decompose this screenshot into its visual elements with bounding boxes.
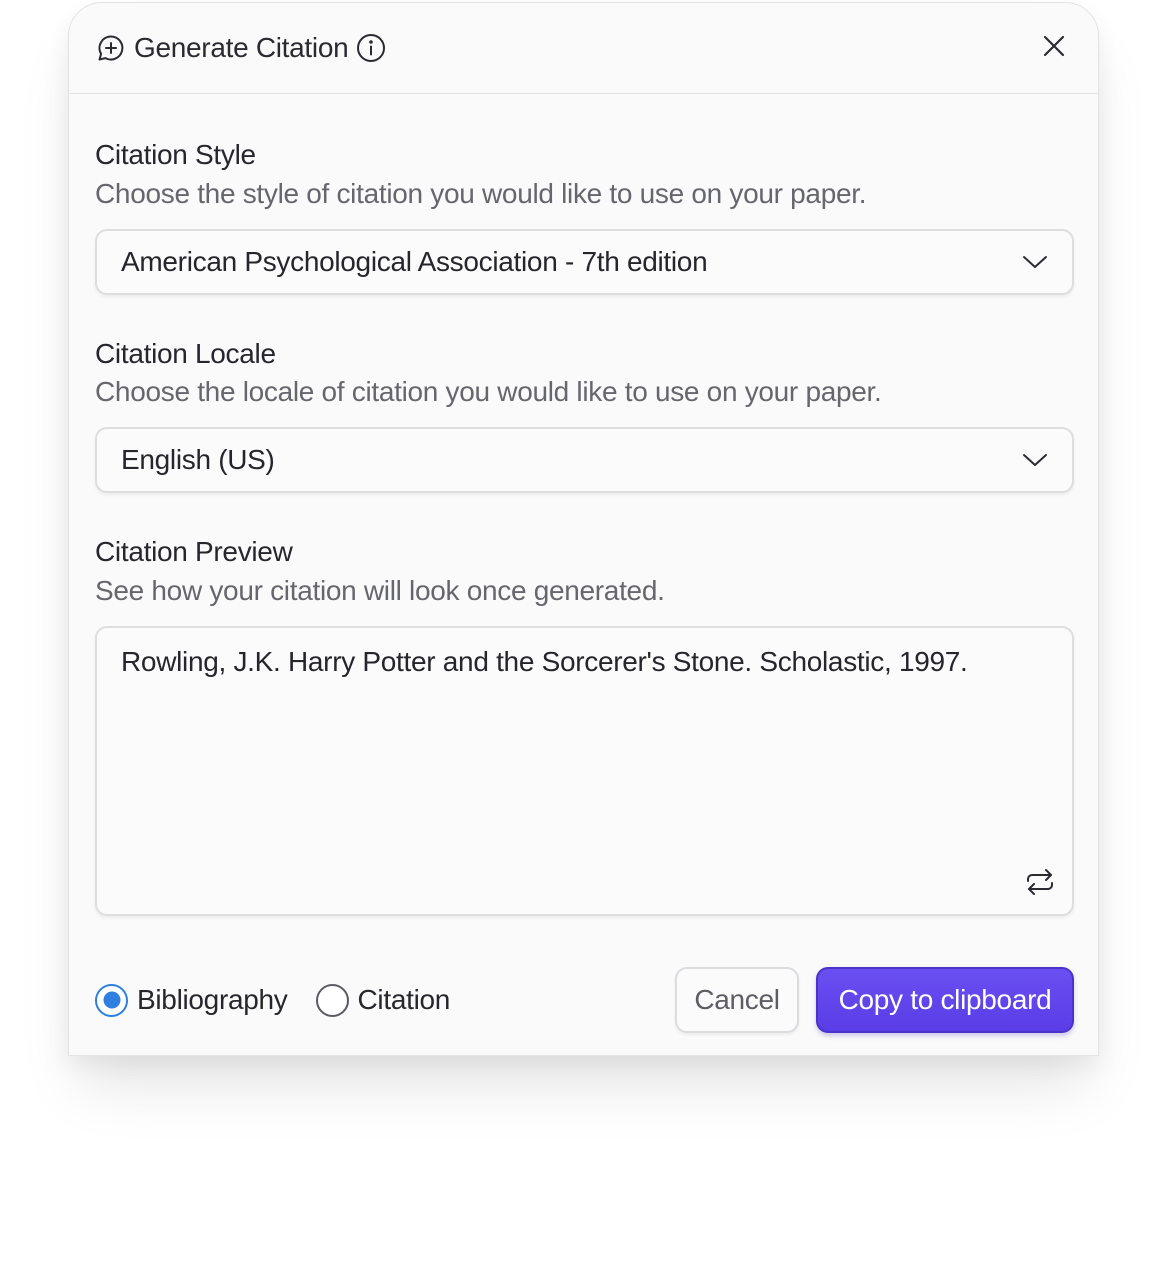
generate-citation-dialog: Generate Citation Citation Style Choose … [68,2,1099,1056]
radio-bibliography-indicator[interactable] [95,983,128,1017]
dialog-title: Generate Citation [134,32,349,63]
chevron-down-icon [1022,254,1048,270]
citation-style-value: American Psychological Association - 7th… [121,245,708,277]
citation-locale-value: English (US) [121,444,275,476]
citation-locale-section: Citation Locale Choose the locale of cit… [95,337,1074,494]
citation-preview-box[interactable]: Rowling, J.K. Harry Potter and the Sorce… [95,625,1074,916]
citation-locale-select[interactable]: English (US) [95,427,1074,494]
radio-citation[interactable]: Citation [315,983,451,1017]
citation-style-select[interactable]: American Psychological Association - 7th… [95,228,1074,295]
dialog-body: Citation Style Choose the style of citat… [69,138,1098,916]
citation-preview-title: Citation Preview [95,536,293,568]
repeat-icon[interactable] [1024,866,1056,898]
citation-preview-text: Rowling, J.K. Harry Potter and the Sorce… [121,645,968,677]
radio-bibliography-label: Bibliography [137,984,288,1015]
radio-bibliography[interactable]: Bibliography [95,983,288,1017]
message-plus-icon [96,33,126,63]
close-button[interactable] [1036,30,1072,66]
info-icon[interactable] [356,33,386,63]
radio-citation-indicator[interactable] [315,983,349,1017]
close-icon [1043,35,1065,62]
citation-preview-section: Citation Preview See how your citation w… [95,535,1074,916]
copy-to-clipboard-button[interactable]: Copy to clipboard [816,967,1074,1033]
dialog-header: Generate Citation [69,3,1098,94]
chevron-down-icon [1022,452,1048,468]
citation-style-title: Citation Style [95,139,256,170]
citation-style-description: Choose the style of citation you would l… [95,177,867,209]
citation-locale-description: Choose the locale of citation you would … [95,376,882,408]
radio-citation-label: Citation [357,984,451,1015]
dialog-footer: Bibliography Citation Cancel Copy to cli… [95,967,1074,1033]
citation-style-section: Citation Style Choose the style of citat… [95,138,1074,295]
citation-locale-title: Citation Locale [95,337,276,369]
title-group: Generate Citation [96,32,386,64]
citation-preview-description: See how your citation will look once gen… [95,574,665,606]
cancel-button[interactable]: Cancel [675,967,799,1033]
